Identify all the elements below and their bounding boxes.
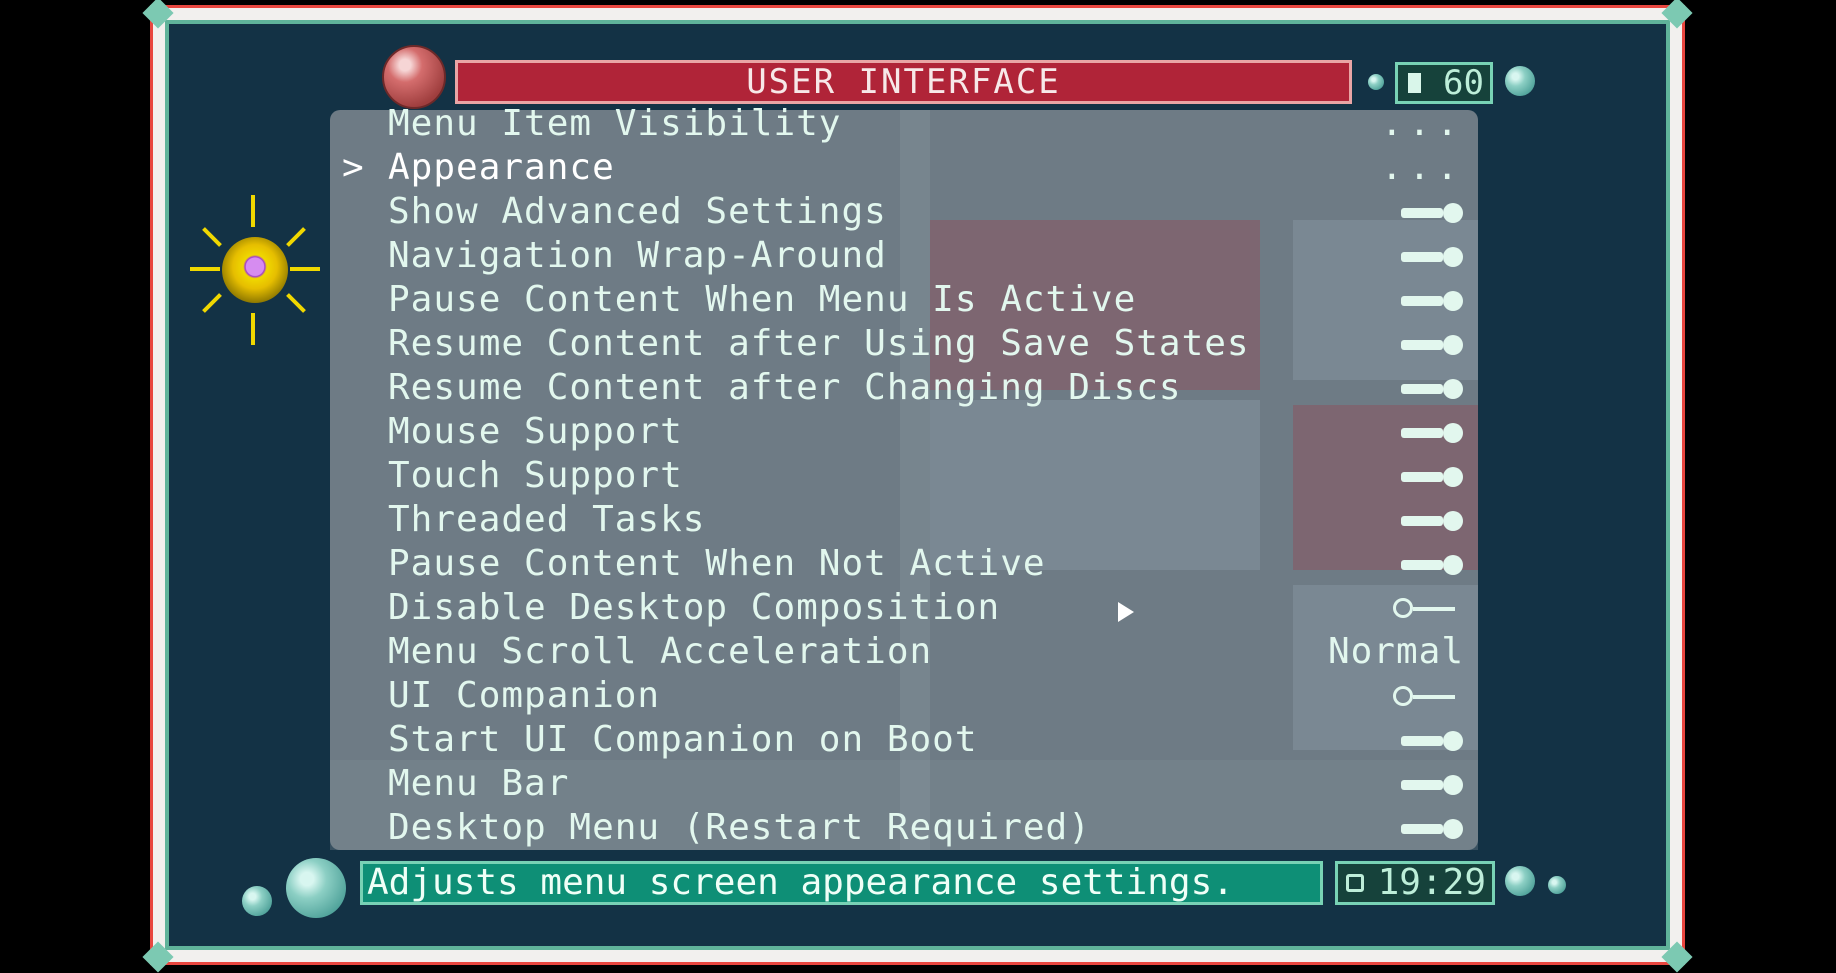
menu-item-label: Disable Desktop Composition — [388, 587, 1001, 628]
bubble-icon — [286, 858, 346, 918]
menu-item-pause-content-when-menu-is-active[interactable]: Pause Content When Menu Is Active — [330, 278, 1478, 322]
menu-item-label: Menu Item Visibility — [388, 103, 842, 144]
page-title: USER INTERFACE — [455, 60, 1352, 104]
bubble-icon — [1505, 66, 1535, 96]
menu-item-label: Menu Scroll Acceleration — [388, 631, 933, 672]
menu-item-label: Desktop Menu (Restart Required) — [388, 807, 1091, 848]
menu-item-mouse-support[interactable]: Mouse Support — [330, 410, 1478, 454]
menu-item-resume-content-after-save-states[interactable]: Resume Content after Using Save States — [330, 322, 1478, 366]
menu-item-navigation-wrap-around[interactable]: Navigation Wrap-Around — [330, 234, 1478, 278]
toggle-on-icon[interactable] — [1401, 247, 1463, 267]
toggle-on-icon[interactable] — [1401, 731, 1463, 751]
menu-item-label: Start UI Companion on Boot — [388, 719, 978, 760]
bubble-icon — [242, 886, 272, 916]
settings-list: Menu Item Visibility ... > Appearance ..… — [330, 102, 1478, 850]
menu-item-ui-companion[interactable]: UI Companion — [330, 674, 1478, 718]
menu-item-label: UI Companion — [388, 675, 661, 716]
battery-value: 60 — [1443, 63, 1484, 103]
menu-item-label: Threaded Tasks — [388, 499, 706, 540]
bubble-icon — [1368, 74, 1384, 90]
menu-item-value: Normal — [1327, 631, 1464, 672]
menu-item-label: Resume Content after Using Save States — [388, 323, 1250, 364]
menu-item-menu-scroll-acceleration[interactable]: Menu Scroll Acceleration Normal — [330, 630, 1478, 674]
battery-indicator: 60 — [1395, 62, 1493, 104]
toggle-off-icon[interactable] — [1393, 674, 1463, 718]
menu-item-label: Appearance — [388, 147, 615, 188]
mouse-cursor-icon — [1118, 602, 1134, 622]
submenu-indicator: ... — [1380, 147, 1464, 188]
toggle-on-icon[interactable] — [1401, 335, 1463, 355]
red-orb-icon — [382, 45, 446, 109]
menu-item-touch-support[interactable]: Touch Support — [330, 454, 1478, 498]
toggle-on-icon[interactable] — [1401, 819, 1463, 839]
toggle-on-icon[interactable] — [1401, 467, 1463, 487]
menu-item-label: Touch Support — [388, 455, 683, 496]
menu-item-menu-bar[interactable]: Menu Bar — [330, 762, 1478, 806]
menu-item-resume-content-after-changing-discs[interactable]: Resume Content after Changing Discs — [330, 366, 1478, 410]
menu-item-pause-content-when-not-active[interactable]: Pause Content When Not Active — [330, 542, 1478, 586]
menu-item-appearance[interactable]: > Appearance ... — [330, 146, 1478, 190]
bubble-icon — [1505, 866, 1535, 896]
battery-icon — [1408, 73, 1421, 93]
toggle-on-icon[interactable] — [1401, 775, 1463, 795]
menu-item-label: Mouse Support — [388, 411, 683, 452]
menu-item-label: Menu Bar — [388, 763, 570, 804]
bubble-icon — [1548, 876, 1566, 894]
menu-item-label: Resume Content after Changing Discs — [388, 367, 1182, 408]
menu-item-label: Pause Content When Menu Is Active — [388, 279, 1137, 320]
menu-item-menu-item-visibility[interactable]: Menu Item Visibility ... — [330, 102, 1478, 146]
toggle-on-icon[interactable] — [1401, 511, 1463, 531]
status-description: Adjusts menu screen appearance settings. — [360, 861, 1323, 905]
toggle-on-icon[interactable] — [1401, 555, 1463, 575]
menu-item-show-advanced-settings[interactable]: Show Advanced Settings — [330, 190, 1478, 234]
menu-item-label: Pause Content When Not Active — [388, 543, 1046, 584]
clock-icon — [1346, 874, 1364, 892]
clock-indicator: 19:29 — [1335, 861, 1495, 905]
toggle-on-icon[interactable] — [1401, 203, 1463, 223]
menu-item-label: Show Advanced Settings — [388, 191, 887, 232]
sun-moon-icon — [190, 195, 320, 350]
toggle-on-icon[interactable] — [1401, 379, 1463, 399]
selection-arrow-icon: > — [342, 147, 365, 188]
menu-item-desktop-menu[interactable]: Desktop Menu (Restart Required) — [330, 806, 1478, 850]
toggle-on-icon[interactable] — [1401, 423, 1463, 443]
clock-time: 19:29 — [1377, 862, 1486, 903]
submenu-indicator: ... — [1380, 103, 1464, 144]
toggle-on-icon[interactable] — [1401, 291, 1463, 311]
menu-item-threaded-tasks[interactable]: Threaded Tasks — [330, 498, 1478, 542]
menu-item-start-ui-companion-on-boot[interactable]: Start UI Companion on Boot — [330, 718, 1478, 762]
toggle-off-icon[interactable] — [1393, 586, 1463, 630]
menu-item-label: Navigation Wrap-Around — [388, 235, 887, 276]
menu-item-disable-desktop-composition[interactable]: Disable Desktop Composition — [330, 586, 1478, 630]
